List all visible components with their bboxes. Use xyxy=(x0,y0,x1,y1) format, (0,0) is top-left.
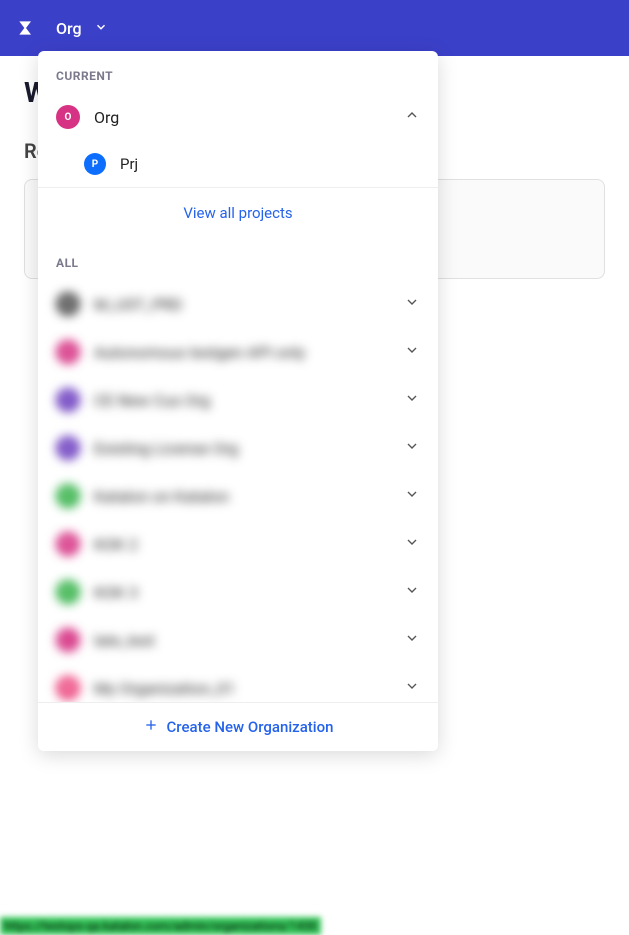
project-row-label: Prj xyxy=(120,155,420,173)
org-avatar: A xyxy=(56,292,80,316)
project-avatar: P xyxy=(84,153,106,175)
org-row-label: KOK 3 xyxy=(94,583,390,602)
status-bar-url: https://testops-qa.katalon.com/admin/org… xyxy=(0,917,321,935)
org-row-label: M_UST_PRD xyxy=(94,295,390,314)
all-orgs-list: A M_UST_PRD A Autonomous testgen API only CC… xyxy=(38,280,438,702)
org-row[interactable]: A M_UST_PRD xyxy=(38,280,438,328)
org-switcher-panel: CURRENT O Org P Prj View all projects AL… xyxy=(38,51,438,751)
org-row[interactable]: A Autonomous testgen API only xyxy=(38,328,438,376)
create-new-org-button[interactable]: Create New Organization xyxy=(38,702,438,751)
chevron-down-icon xyxy=(404,390,420,410)
org-avatar: K xyxy=(56,484,80,508)
org-row-label: late_test xyxy=(94,631,390,650)
chevron-down-icon xyxy=(404,294,420,314)
org-row-label: CE New Cus Org xyxy=(94,391,390,410)
org-avatar: E xyxy=(56,436,80,460)
org-switcher-scrollarea[interactable]: CURRENT O Org P Prj View all projects AL… xyxy=(38,51,438,702)
chevron-down-icon xyxy=(404,582,420,602)
chevron-down-icon xyxy=(404,678,420,698)
org-row[interactable]: M My Organization_01 xyxy=(38,664,438,702)
org-row[interactable]: K KOK 3 xyxy=(38,568,438,616)
chevron-down-icon xyxy=(404,534,420,554)
org-switcher-label: Org xyxy=(56,19,82,38)
current-project-row[interactable]: P Prj xyxy=(38,141,438,188)
org-row[interactable]: K Katalon on Katalon xyxy=(38,472,438,520)
org-row-label: Katalon on Katalon xyxy=(94,487,390,506)
section-label-current: CURRENT xyxy=(38,51,438,93)
org-switcher-trigger[interactable]: Org xyxy=(56,19,108,38)
view-all-projects-link[interactable]: View all projects xyxy=(38,188,438,238)
create-new-org-label: Create New Organization xyxy=(167,718,334,736)
org-row-label: My Organization_01 xyxy=(94,679,390,698)
org-row-label: Existing License Org xyxy=(94,439,390,458)
chevron-down-icon xyxy=(94,19,108,38)
chevron-down-icon xyxy=(404,342,420,362)
app-logo-icon xyxy=(16,18,36,38)
org-row[interactable]: C CE New Cus Org xyxy=(38,376,438,424)
org-row[interactable]: K KOK 2 xyxy=(38,520,438,568)
current-org-row[interactable]: O Org xyxy=(38,93,438,141)
org-row-label: Autonomous testgen API only xyxy=(94,343,390,362)
chevron-down-icon xyxy=(404,630,420,650)
org-avatar: K xyxy=(56,532,80,556)
topbar: Org xyxy=(0,0,629,56)
chevron-down-icon xyxy=(404,438,420,458)
org-avatar: M xyxy=(56,676,80,700)
org-avatar: A xyxy=(56,340,80,364)
org-row-label: Org xyxy=(94,108,390,127)
section-label-all: ALL xyxy=(38,238,438,280)
plus-icon xyxy=(143,717,159,737)
org-avatar: C xyxy=(56,388,80,412)
org-row[interactable]: Llate_test xyxy=(38,616,438,664)
chevron-up-icon xyxy=(404,107,420,127)
org-avatar: L xyxy=(56,628,80,652)
org-row-label: KOK 2 xyxy=(94,535,390,554)
org-avatar: K xyxy=(56,580,80,604)
chevron-down-icon xyxy=(404,486,420,506)
org-avatar: O xyxy=(56,105,80,129)
org-row[interactable]: E Existing License Org xyxy=(38,424,438,472)
